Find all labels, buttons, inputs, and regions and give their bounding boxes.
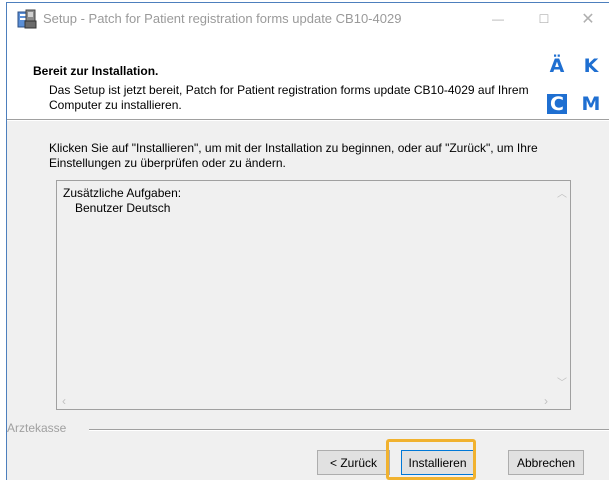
memo-content: Zusätzliche Aufgaben: Benutzer Deutsch [63, 186, 181, 216]
logo-letter-c: C [547, 93, 567, 115]
scroll-left-icon[interactable]: ‹ [62, 394, 66, 408]
close-icon: ✕ [581, 11, 595, 28]
minimize-icon: — [492, 12, 504, 26]
setup-window: Setup - Patch for Patient registration f… [6, 2, 609, 480]
vertical-scrollbar[interactable]: ︿ ﹀ [553, 181, 570, 393]
logo-letter-k: K [581, 55, 601, 77]
scroll-down-icon[interactable]: ﹀ [557, 374, 567, 389]
maximize-button[interactable]: ☐ [521, 3, 567, 35]
instruction-text: Klicken Sie auf "Installieren", um mit d… [49, 141, 538, 170]
window-title: Setup - Patch for Patient registration f… [43, 11, 402, 26]
install-highlight-frame [386, 439, 476, 480]
maximize-icon: ☐ [538, 12, 550, 26]
close-button[interactable]: ✕ [565, 3, 609, 35]
footer-divider [89, 429, 609, 431]
wizard-header: Bereit zur Installation. Das Setup ist j… [7, 35, 609, 119]
scroll-up-icon[interactable]: ︿ [557, 185, 567, 200]
memo-tasks-heading: Zusätzliche Aufgaben: [63, 186, 182, 200]
brand-label: Arztekasse [7, 421, 71, 435]
memo-task-item: Benutzer Deutsch [75, 201, 171, 215]
setup-app-icon [17, 9, 37, 29]
ready-memo[interactable]: Zusätzliche Aufgaben: Benutzer Deutsch ︿… [56, 180, 571, 410]
title-bar[interactable]: Setup - Patch for Patient registration f… [7, 3, 609, 35]
scroll-right-icon[interactable]: › [544, 394, 548, 408]
header-divider [7, 119, 609, 121]
horizontal-scrollbar[interactable]: ‹ › [57, 392, 553, 409]
logo-letter-ae: Ä [547, 55, 567, 77]
cancel-button[interactable]: Abbrechen [508, 450, 584, 475]
minimize-button[interactable]: — [475, 3, 521, 35]
page-description: Das Setup ist jetzt bereit, Patch for Pa… [49, 83, 529, 112]
logo-letter-m: M [581, 93, 601, 115]
back-button[interactable]: < Zurück [317, 450, 390, 475]
page-title: Bereit zur Installation. [33, 64, 159, 78]
